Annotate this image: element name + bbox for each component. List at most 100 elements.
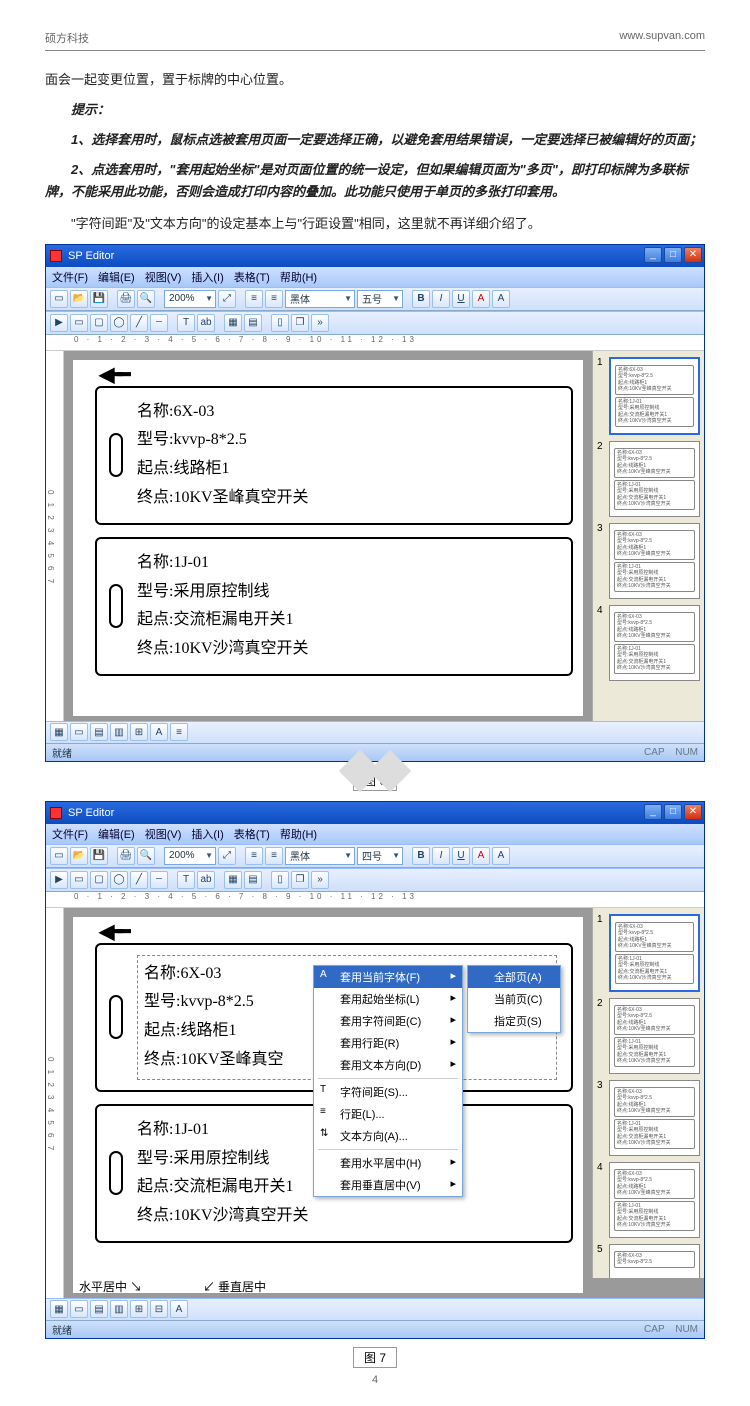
preview-icon[interactable]: 🔍 bbox=[137, 847, 155, 865]
field-text[interactable]: 终点:10KV沙湾真空开关 bbox=[137, 635, 557, 664]
font-size-combo[interactable]: 五号 bbox=[357, 290, 403, 308]
menu-edit[interactable]: 编辑(E) bbox=[98, 269, 135, 285]
thumbnail[interactable]: 名称:6X-03型号:kvvp-8*2.5起点:线路柜1终点:10KV圣峰真空开… bbox=[609, 914, 700, 992]
zoom-fit-icon[interactable]: ⤢ bbox=[218, 847, 236, 865]
chevron-icon[interactable]: » bbox=[311, 314, 329, 332]
context-submenu[interactable]: 全部页(A) 当前页(C) 指定页(S) bbox=[467, 965, 561, 1033]
field-text[interactable]: 起点:线路柜1 bbox=[137, 455, 557, 484]
dashed-icon[interactable]: ┄ bbox=[150, 871, 168, 889]
menu-table[interactable]: 表格(T) bbox=[234, 269, 270, 285]
ctx-sub-currentpage[interactable]: 当前页(C) bbox=[468, 988, 560, 1010]
grid2-icon[interactable]: ▤ bbox=[244, 314, 262, 332]
tool-icon[interactable]: ▤ bbox=[90, 723, 108, 741]
ellipse-icon[interactable]: ◯ bbox=[110, 314, 128, 332]
menu-view[interactable]: 视图(V) bbox=[145, 826, 182, 842]
ctx-charspace[interactable]: T字符间距(S)... bbox=[314, 1081, 462, 1103]
bold-icon[interactable]: B bbox=[412, 847, 430, 865]
thumbnail[interactable]: 名称:6X-03型号:kvvp-8*2.5起点:线路柜1终点:10KV圣峰真空开… bbox=[609, 1080, 700, 1156]
text-icon[interactable]: T bbox=[177, 314, 195, 332]
align-center-icon[interactable]: ≡ bbox=[265, 290, 283, 308]
ctx-apply-origin[interactable]: 套用起始坐标(L)▸ bbox=[314, 988, 462, 1010]
grid2-icon[interactable]: ▤ bbox=[244, 871, 262, 889]
ctx-textdir[interactable]: ⇅文本方向(A)... bbox=[314, 1125, 462, 1147]
font-color-icon[interactable]: A bbox=[472, 290, 490, 308]
ellipse-icon[interactable]: ◯ bbox=[110, 871, 128, 889]
italic-icon[interactable]: I bbox=[432, 847, 450, 865]
field-text[interactable]: 起点:交流柜漏电开关1 bbox=[137, 606, 557, 635]
underline-icon[interactable]: U bbox=[452, 290, 470, 308]
tool-vcenter-icon[interactable]: ⊟ bbox=[150, 1300, 168, 1318]
minimize-button[interactable]: _ bbox=[644, 247, 662, 263]
menu-table[interactable]: 表格(T) bbox=[234, 826, 270, 842]
page-icon[interactable]: ▯ bbox=[271, 871, 289, 889]
tool-icon[interactable]: ⊞ bbox=[130, 723, 148, 741]
print-icon[interactable]: 🖨 bbox=[117, 847, 135, 865]
thumbnail[interactable]: 名称:6X-03型号:kvvp-8*2.5起点:线路柜1终点:10KV圣峰真空开… bbox=[609, 357, 700, 435]
menu-help[interactable]: 帮助(H) bbox=[280, 826, 317, 842]
text-icon[interactable]: T bbox=[177, 871, 195, 889]
preview-icon[interactable]: 🔍 bbox=[137, 290, 155, 308]
ctx-apply-vcenter[interactable]: 套用垂直居中(V)▸ bbox=[314, 1174, 462, 1196]
open-icon[interactable]: 📂 bbox=[70, 290, 88, 308]
new-icon[interactable]: ▭ bbox=[50, 847, 68, 865]
editor-canvas[interactable]: ◀━━ 名称:6X-03 型号:kvvp-8*2.5 起点:线路柜1 终点:10… bbox=[72, 916, 584, 1294]
menu-insert[interactable]: 插入(I) bbox=[191, 826, 223, 842]
label-card-2[interactable]: 名称:1J-01 型号:采用原控制线 起点:交流柜漏电开关1 终点:10KV沙湾… bbox=[95, 537, 573, 676]
copy-icon[interactable]: ❐ bbox=[291, 871, 309, 889]
bold-icon[interactable]: B bbox=[412, 290, 430, 308]
ctx-apply-charspace[interactable]: 套用字符间距(C)▸ bbox=[314, 1010, 462, 1032]
menu-edit[interactable]: 编辑(E) bbox=[98, 826, 135, 842]
zoom-combo[interactable]: 200% bbox=[164, 290, 216, 308]
tool-icon[interactable]: ▥ bbox=[110, 723, 128, 741]
menu-help[interactable]: 帮助(H) bbox=[280, 269, 317, 285]
thumbnail[interactable]: 名称:6X-03型号:kvvp-8*2.5起点:线路柜1终点:10KV圣峰真空开… bbox=[609, 523, 700, 599]
context-menu[interactable]: A套用当前字体(F)▸ 套用起始坐标(L)▸ 套用字符间距(C)▸ 套用行距(R… bbox=[313, 965, 463, 1197]
ctx-apply-hcenter[interactable]: 套用水平居中(H)▸ bbox=[314, 1152, 462, 1174]
line-icon[interactable]: ╱ bbox=[130, 871, 148, 889]
ctx-sub-specifiedpage[interactable]: 指定页(S) bbox=[468, 1010, 560, 1032]
chevron-icon[interactable]: » bbox=[311, 871, 329, 889]
font-grow-icon[interactable]: A bbox=[492, 290, 510, 308]
thumbnail[interactable]: 名称:6X-03型号:kvvp-8*2.5起点:线路柜1终点:10KV圣峰真空开… bbox=[609, 441, 700, 517]
menu-view[interactable]: 视图(V) bbox=[145, 269, 182, 285]
page-icon[interactable]: ▯ bbox=[271, 314, 289, 332]
field-text[interactable]: 型号:采用原控制线 bbox=[137, 578, 557, 607]
maximize-button[interactable]: □ bbox=[664, 247, 682, 263]
font-grow-icon[interactable]: A bbox=[492, 847, 510, 865]
save-icon[interactable]: 💾 bbox=[90, 847, 108, 865]
ctx-linespace[interactable]: ≡行距(L)... bbox=[314, 1103, 462, 1125]
field-text[interactable]: 终点:10KV圣峰真空开关 bbox=[137, 484, 557, 513]
open-icon[interactable]: 📂 bbox=[70, 847, 88, 865]
grid-icon[interactable]: ▦ bbox=[224, 314, 242, 332]
zoom-fit-icon[interactable]: ⤢ bbox=[218, 290, 236, 308]
round-rect-icon[interactable]: ▢ bbox=[90, 871, 108, 889]
menu-file[interactable]: 文件(F) bbox=[52, 826, 88, 842]
new-icon[interactable]: ▭ bbox=[50, 290, 68, 308]
round-rect-icon[interactable]: ▢ bbox=[90, 314, 108, 332]
save-icon[interactable]: 💾 bbox=[90, 290, 108, 308]
underline-icon[interactable]: U bbox=[452, 847, 470, 865]
field-text[interactable]: 型号:kvvp-8*2.5 bbox=[137, 426, 557, 455]
italic-icon[interactable]: I bbox=[432, 290, 450, 308]
label-card-1[interactable]: 名称:6X-03 型号:kvvp-8*2.5 起点:线路柜1 终点:10KV圣峰… bbox=[95, 386, 573, 525]
field-text[interactable]: 终点:10KV沙湾真空开关 bbox=[137, 1202, 557, 1231]
thumbnail[interactable]: 名称:6X-03型号:kvvp-8*2.5起点:线路柜1终点:10KV圣峰真空开… bbox=[609, 998, 700, 1074]
menu-insert[interactable]: 插入(I) bbox=[191, 269, 223, 285]
font-size-combo[interactable]: 四号 bbox=[357, 847, 403, 865]
font-name-combo[interactable]: 黑体 bbox=[285, 847, 355, 865]
maximize-button[interactable]: □ bbox=[664, 804, 682, 820]
ctx-sub-allpages[interactable]: 全部页(A) bbox=[468, 966, 560, 988]
close-button[interactable]: ✕ bbox=[684, 804, 702, 820]
editor-canvas[interactable]: ◀━━ 名称:6X-03 型号:kvvp-8*2.5 起点:线路柜1 终点:10… bbox=[72, 359, 584, 717]
tool-icon[interactable]: ▦ bbox=[50, 1300, 68, 1318]
tool-icon[interactable]: ▥ bbox=[110, 1300, 128, 1318]
tool-icon[interactable]: ▭ bbox=[70, 723, 88, 741]
dashed-icon[interactable]: ┄ bbox=[150, 314, 168, 332]
zoom-combo[interactable]: 200% bbox=[164, 847, 216, 865]
thumbnail[interactable]: 名称:6X-03型号:kvvp-8*2.5起点:线路柜1终点:10KV圣峰真空开… bbox=[609, 1162, 700, 1238]
tool-icon[interactable]: ▤ bbox=[90, 1300, 108, 1318]
ctx-apply-linespace[interactable]: 套用行距(R)▸ bbox=[314, 1032, 462, 1054]
field-text[interactable]: 名称:6X-03 bbox=[137, 398, 557, 427]
close-button[interactable]: ✕ bbox=[684, 247, 702, 263]
align-center-icon[interactable]: ≡ bbox=[265, 847, 283, 865]
